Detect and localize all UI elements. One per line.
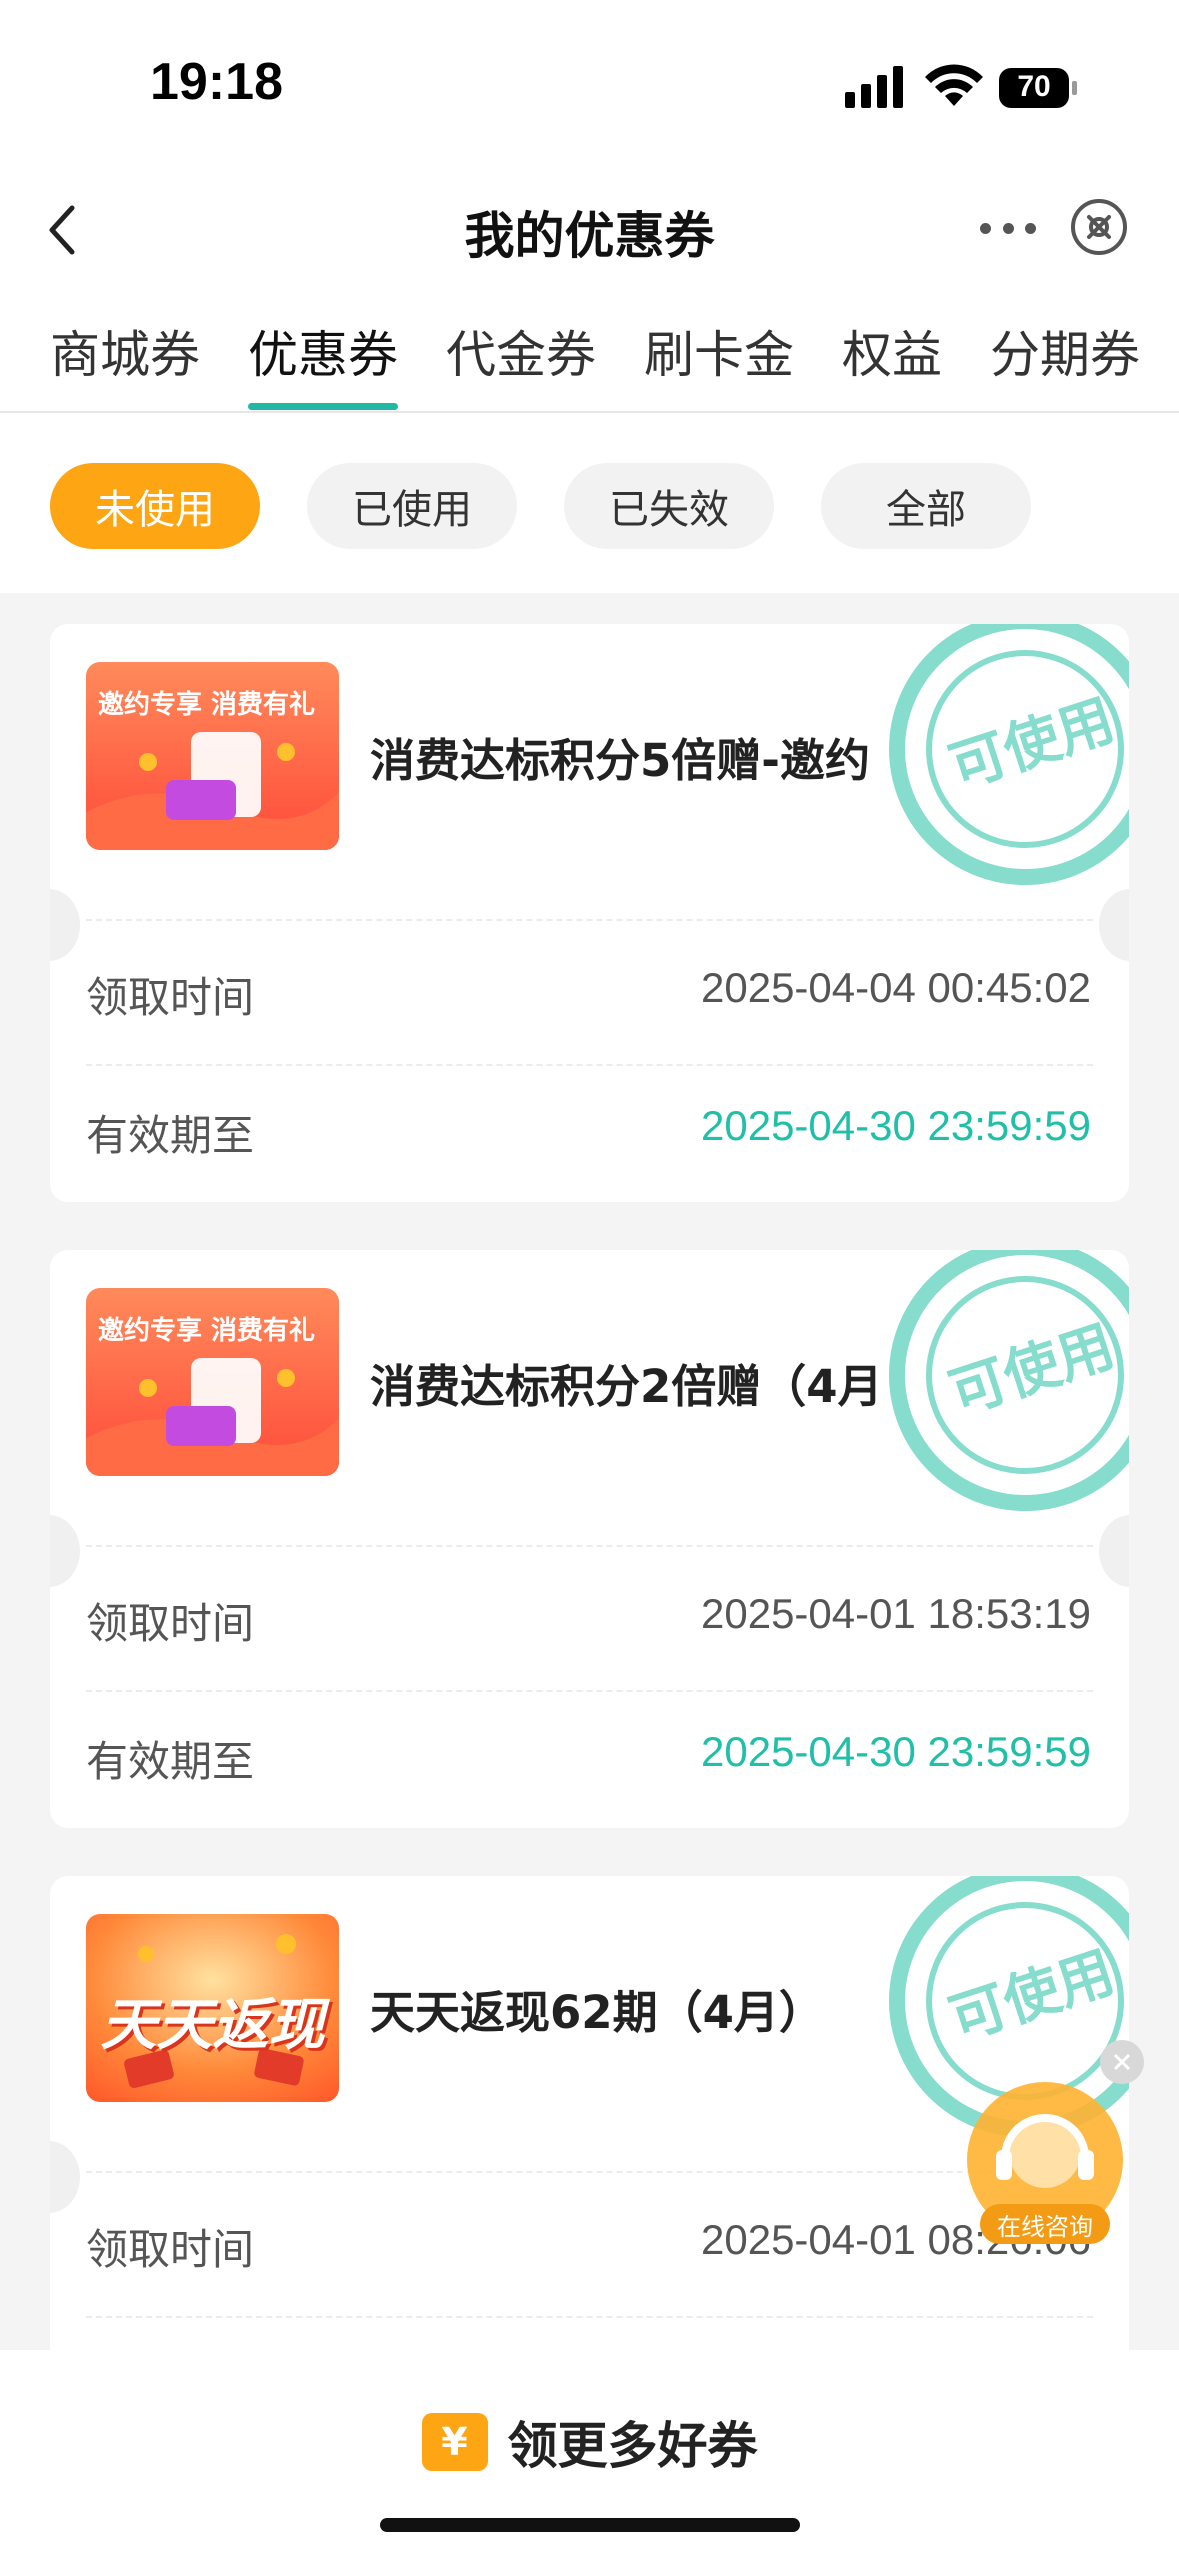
get-more-coupons-label: 领更多好券 <box>507 2417 758 2475</box>
thumbnail-caption: 天天返现 <box>100 1993 325 2058</box>
status-bar: 19:18 70 <box>0 0 1179 160</box>
tab-mall-coupons[interactable]: 商城券 <box>50 315 200 387</box>
tab-benefits[interactable]: 权益 <box>842 315 942 387</box>
filter-expired[interactable]: 已失效 <box>564 463 774 549</box>
valid-until-label: 有效期至 <box>86 1737 255 1786</box>
get-more-coupons-button[interactable]: ¥ 领更多好券 <box>0 2406 1179 2478</box>
cellular-signal-icon <box>845 66 903 108</box>
available-stamp: 可使用 <box>889 624 1129 885</box>
card-notch <box>1099 1515 1129 1587</box>
coupon-title: 天天返现62期（4月） <box>370 1986 824 2039</box>
filter-used[interactable]: 已使用 <box>307 463 517 549</box>
coupon-thumbnail: 天天返现 <box>86 1914 339 2102</box>
available-stamp: 可使用 <box>889 1250 1129 1511</box>
received-time: 2025-04-01 18:53:19 <box>701 1590 1091 1637</box>
close-consult-icon[interactable] <box>1100 2040 1144 2084</box>
coupon-category-tabs: 商城券 优惠券 代金券 刷卡金 权益 分期券 <box>0 295 1179 413</box>
tab-discount-coupons[interactable]: 优惠券 <box>248 315 398 387</box>
tab-installment-coupons[interactable]: 分期券 <box>990 315 1140 387</box>
stamp-text: 可使用 <box>942 1940 1122 2054</box>
received-label: 领取时间 <box>86 973 255 1022</box>
card-notch <box>50 1515 80 1587</box>
divider <box>86 2316 1093 2318</box>
card-notch <box>1099 889 1129 961</box>
filter-unused[interactable]: 未使用 <box>50 463 260 549</box>
valid-until-time: 2025-04-30 23:59:59 <box>701 1102 1091 1149</box>
screen: 19:18 70 我的优惠券 商城券 优惠券 代金券 刷卡金 权益 分期券 未使… <box>0 0 1179 2556</box>
filter-all[interactable]: 全部 <box>821 463 1031 549</box>
wifi-icon <box>925 64 983 106</box>
valid-until-label: 有效期至 <box>86 1111 255 1160</box>
active-tab-indicator <box>248 403 398 410</box>
consult-label: 在线咨询 <box>980 2204 1110 2244</box>
coupon-thumbnail: 邀约专享 消费有礼 <box>86 662 339 850</box>
stamp-text: 可使用 <box>942 688 1122 802</box>
battery-level: 70 <box>1017 70 1051 103</box>
bottom-bar: ¥ 领更多好券 <box>0 2350 1179 2556</box>
more-icon[interactable] <box>980 200 1036 256</box>
received-label: 领取时间 <box>86 1599 255 1648</box>
coupon-yen-icon: ¥ <box>421 2413 488 2471</box>
thumbnail-caption: 邀约专享 消费有礼 <box>98 1316 316 1346</box>
coupon-title: 消费达标积分5倍赠-邀约 <box>370 734 870 787</box>
thumbnail-caption: 邀约专享 消费有礼 <box>98 690 316 720</box>
tab-card-gold[interactable]: 刷卡金 <box>644 315 794 387</box>
divider <box>86 1064 1093 1066</box>
dashed-divider <box>86 919 1093 921</box>
received-time: 2025-04-04 00:45:02 <box>701 964 1091 1011</box>
card-notch <box>50 889 80 961</box>
valid-until-time: 2025-04-30 23:59:59 <box>701 1728 1091 1775</box>
dashed-divider <box>86 2171 1093 2173</box>
navigation-bar: 我的优惠券 <box>0 160 1179 295</box>
card-notch <box>50 2141 80 2213</box>
dashed-divider <box>86 1545 1093 1547</box>
status-time: 19:18 <box>150 53 283 111</box>
coupon-card[interactable]: 邀约专享 消费有礼 消费达标积分2倍赠（4月 可使用 领取时间 2025-04-… <box>50 1250 1129 1828</box>
divider <box>86 1690 1093 1692</box>
close-miniprogram-icon[interactable] <box>1068 196 1130 258</box>
coupon-title: 消费达标积分2倍赠（4月 <box>370 1360 883 1413</box>
online-consult-button[interactable]: 在线咨询 <box>960 2080 1130 2250</box>
received-label: 领取时间 <box>86 2225 255 2274</box>
coupon-thumbnail: 邀约专享 消费有礼 <box>86 1288 339 1476</box>
home-indicator <box>380 2518 800 2532</box>
battery-icon: 70 <box>998 66 1078 110</box>
status-filter-bar: 未使用 已使用 已失效 全部 <box>0 413 1179 593</box>
stamp-text: 可使用 <box>942 1314 1122 1428</box>
coupon-card[interactable]: 邀约专享 消费有礼 消费达标积分5倍赠-邀约 可使用 领取时间 2025-04-… <box>50 624 1129 1202</box>
tab-vouchers[interactable]: 代金券 <box>446 315 596 387</box>
